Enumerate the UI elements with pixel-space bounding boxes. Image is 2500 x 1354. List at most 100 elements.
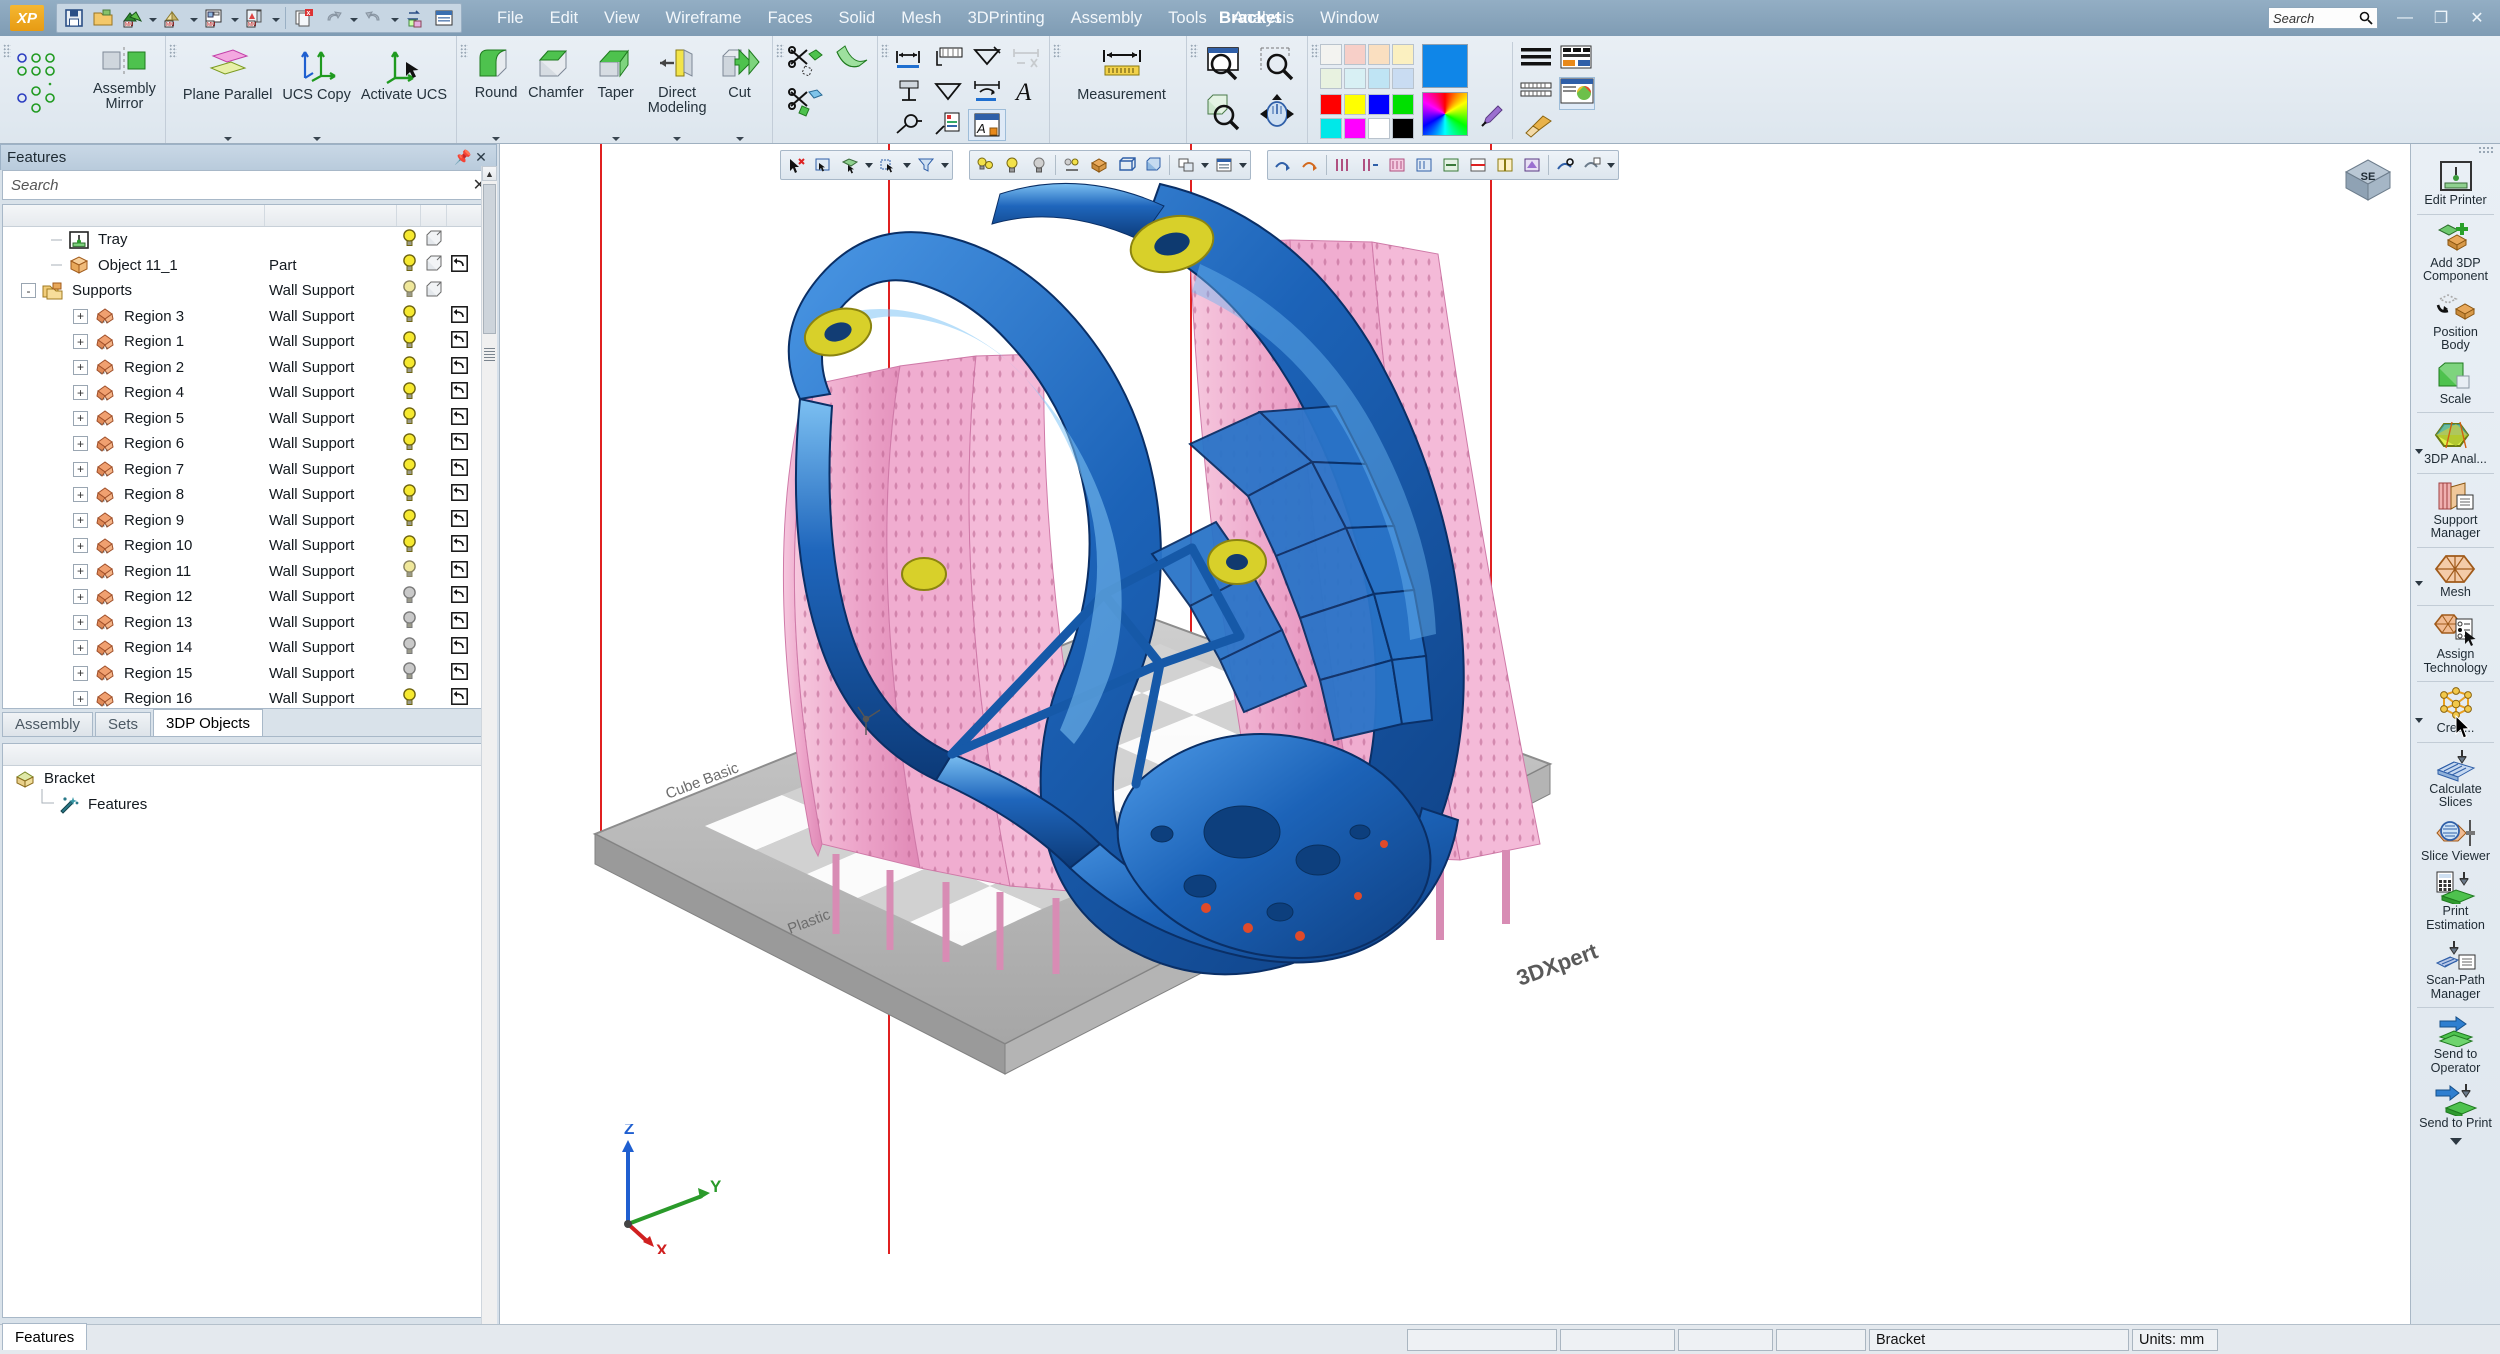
menu-item-3dprinting[interactable]: 3DPrinting [955,5,1058,32]
dimension-style-button[interactable] [929,43,967,75]
menu-item-wireframe[interactable]: Wireframe [653,5,755,32]
visibility-bulb-icon[interactable] [401,483,418,507]
import-mesh-icon[interactable]: MM [118,5,146,31]
menu-item-edit[interactable]: Edit [537,5,591,32]
taper-button[interactable]: Taper [589,38,643,143]
table-row[interactable]: + Region 3 Wall Support [3,304,494,330]
sidebar-item-add-3dp-component[interactable]: Add 3DP Component [2411,217,2500,288]
viewcube-icon[interactable]: SE [2340,154,2396,206]
features-search-input[interactable]: Search ✕ [2,170,495,200]
tree-expander[interactable]: + [73,512,88,528]
tree-expander[interactable]: - [21,283,36,299]
revert-icon[interactable] [451,535,468,556]
solid-cube-icon[interactable] [425,280,443,302]
revert-icon[interactable] [451,560,468,582]
update-dimension-button[interactable] [968,76,1006,108]
view-layout-icon[interactable] [1559,44,1593,75]
undo-icon[interactable] [319,5,347,31]
visibility-bulb-icon[interactable] [401,279,418,303]
visibility-bulb-icon[interactable] [401,253,418,277]
paintbrush-icon[interactable] [1519,112,1595,145]
taper-dropdown[interactable] [611,137,620,141]
close-icon[interactable]: ✕ [472,149,490,166]
split-face-button[interactable] [785,86,829,128]
tree-expander[interactable]: + [73,614,88,630]
bulb-all-on-icon[interactable] [972,152,998,178]
menu-item-view[interactable]: View [591,5,652,32]
menu-item-assembly[interactable]: Assembly [1058,5,1156,32]
new-drawing-dropdown[interactable] [229,5,240,31]
print-preview-icon[interactable]: MM [241,5,269,31]
sidebar-item-position-body[interactable]: Position Body [2411,288,2500,357]
pin-icon[interactable]: 📌 [454,149,472,166]
sidebar-item-scan-path-manager[interactable]: Scan-Path Manager [2411,936,2500,1005]
table-row[interactable]: + Region 14 Wall Support [3,635,494,661]
visibility-bulb-icon[interactable] [401,228,418,252]
table-row[interactable]: + Region 16 Wall Support [3,686,494,708]
visibility-bulb-icon[interactable] [401,432,418,456]
select-feature-dropdown[interactable] [902,152,912,178]
sidebar-item-assign-technology[interactable]: Assign Technology [2411,608,2500,679]
visibility-bulb-icon[interactable] [401,457,418,481]
zoom-object-button[interactable] [1199,90,1251,138]
plane-parallel-button[interactable]: Plane Parallel [178,38,277,143]
ucs-copy-button[interactable]: UCS Copy [277,38,356,143]
expand-caret-icon[interactable] [2415,448,2423,454]
visibility-bulb-icon[interactable] [401,610,418,634]
menu-item-mesh[interactable]: Mesh [888,5,954,32]
plane-parallel-dropdown[interactable] [223,137,232,141]
tolerance-button[interactable] [968,43,1006,75]
grid-display-icon[interactable] [1519,77,1553,110]
scroll-grip[interactable] [484,348,495,362]
datum-button[interactable] [890,76,928,108]
menu-item-faces[interactable]: Faces [755,5,826,32]
display-options-icon[interactable] [1211,152,1237,178]
scroll-thumb[interactable] [483,184,496,334]
revert-icon[interactable] [451,305,468,327]
sidebar-item-calculate-slices[interactable]: Calculate Slices [2411,745,2500,814]
table-row[interactable]: + Region 6 Wall Support [3,431,494,457]
sidebar-item-3dp-analysis[interactable]: 3DP Anal... [2411,415,2500,471]
sidebar-item-send-to-print[interactable]: Send to Print [2411,1079,2500,1135]
table-row[interactable]: + Region 1 Wall Support [3,329,494,355]
3d-viewport[interactable]: Cube Basic Plastic 3DXpert SE Z Y X [499,144,2410,1324]
visibility-bulb-icon[interactable] [401,687,418,708]
sidebar-item-print-estimation[interactable]: Print Estimation [2411,867,2500,936]
display-options-dropdown[interactable] [1238,152,1248,178]
visibility-bulb-icon[interactable] [401,304,418,328]
list-item[interactable]: Features [3,789,494,818]
support-edit-icon[interactable] [1297,152,1323,178]
new-drawing-icon[interactable]: MM [200,5,228,31]
zoom-window-button[interactable] [1199,42,1251,90]
tree-expander[interactable]: + [73,665,88,681]
direct-modeling-dropdown[interactable] [673,137,682,141]
menu-item-window[interactable]: Window [1307,5,1392,32]
support-analyze-icon[interactable] [1552,152,1578,178]
minimize-button[interactable]: — [2388,3,2422,33]
sidebar-item-slice-viewer[interactable]: Slice Viewer [2411,814,2500,868]
revert-icon[interactable] [451,688,468,708]
visibility-bulb-icon[interactable] [401,406,418,430]
tree-expander[interactable]: + [73,563,88,579]
tree-expander[interactable]: + [73,589,88,605]
table-row[interactable]: + Region 10 Wall Support [3,533,494,559]
revert-icon[interactable] [451,509,468,531]
save-icon[interactable] [60,5,88,31]
bulb-on-icon[interactable] [999,152,1025,178]
trim-surface-button[interactable] [829,44,873,86]
balloon-button[interactable] [929,109,967,141]
leader-button[interactable] [890,109,928,141]
group-gripper[interactable] [775,38,785,143]
surface-finish-button[interactable] [929,76,967,108]
round-dropdown[interactable] [492,137,501,141]
deselect-icon[interactable] [783,152,809,178]
support-region-2-icon[interactable] [1411,152,1437,178]
menu-item-solid[interactable]: Solid [826,5,889,32]
copy-delete-icon[interactable]: x [290,5,318,31]
group-gripper[interactable] [880,38,890,143]
table-row[interactable]: + Region 9 Wall Support [3,508,494,534]
table-row[interactable]: - Supports Wall Support [3,278,494,304]
revert-icon[interactable] [451,356,468,378]
restore-button[interactable]: ❐ [2424,3,2458,33]
visibility-bulb-icon[interactable] [401,355,418,379]
